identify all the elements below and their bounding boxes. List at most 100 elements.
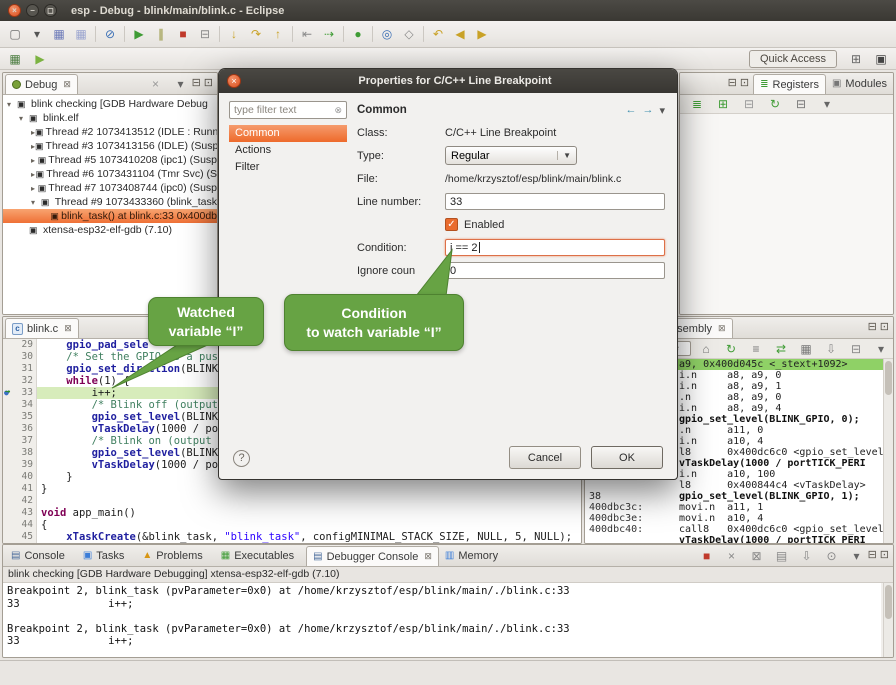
clear-filter-icon[interactable]: ⊗ bbox=[334, 105, 342, 116]
dialog-sidebar-item[interactable]: Filter bbox=[229, 159, 347, 176]
scrollbar[interactable] bbox=[883, 583, 893, 657]
back-icon[interactable]: ◀ bbox=[449, 24, 471, 44]
close-icon[interactable]: ⊠ bbox=[718, 323, 726, 334]
maximize-icon[interactable]: ⊡ bbox=[740, 76, 749, 89]
expander-icon[interactable]: ▾ bbox=[19, 114, 29, 123]
scroll-lock-icon[interactable]: ⇩ bbox=[820, 339, 842, 359]
view-menu-icon[interactable]: ▾ bbox=[659, 104, 665, 117]
sync-selection-icon[interactable]: ⇄ bbox=[770, 339, 792, 359]
new-dropdown-icon[interactable]: ▾ bbox=[26, 24, 48, 44]
tree-item[interactable]: ▸ ▣ Thread #2 1073413512 (IDLE : Runn bbox=[3, 125, 217, 139]
console-tab[interactable]: ▤ Debugger Console ⊠ bbox=[306, 546, 439, 566]
code-line[interactable]: 45 xTaskCreate(&blink_task, "blink_task"… bbox=[3, 531, 581, 543]
view-menu-icon[interactable]: ▾ bbox=[170, 74, 192, 94]
disassembly-line[interactable]: 400dbc40: call8 0x400dc6c0 <gpio_set_lev… bbox=[585, 524, 883, 535]
close-icon[interactable]: ⊠ bbox=[64, 323, 72, 334]
console-tab[interactable]: ▥ Memory bbox=[439, 546, 510, 566]
breakpoint-margin[interactable] bbox=[3, 459, 15, 471]
disassembly-line[interactable]: 38 gpio_set_level(BLINK_GPIO, 1); bbox=[585, 491, 883, 502]
open-element-icon[interactable]: ◇ bbox=[398, 24, 420, 44]
save-all-icon[interactable]: ▦ bbox=[70, 24, 92, 44]
ok-button[interactable]: OK bbox=[591, 446, 663, 469]
expander-icon[interactable]: ▾ bbox=[31, 198, 41, 207]
maximize-button[interactable]: ◻ bbox=[44, 4, 57, 17]
maximize-icon[interactable]: ⊡ bbox=[880, 320, 889, 333]
minimize-icon[interactable]: ⊟ bbox=[868, 320, 877, 333]
display-console-icon[interactable]: ▾ bbox=[846, 546, 868, 566]
remove-launch-icon[interactable]: × bbox=[721, 546, 743, 566]
breakpoint-margin[interactable] bbox=[3, 387, 15, 399]
remove-all-launches-icon[interactable]: ⊠ bbox=[746, 546, 768, 566]
condition-input[interactable]: i == 2 bbox=[445, 239, 665, 256]
remove-terminated-icon[interactable]: × bbox=[145, 74, 167, 94]
disassembly-line[interactable]: 400dbc3e: movi.n a10, 4 bbox=[585, 513, 883, 524]
pin-console-icon[interactable]: ⊙ bbox=[821, 546, 843, 566]
dialog-sidebar-item[interactable]: Actions bbox=[229, 142, 347, 159]
close-button[interactable]: × bbox=[8, 4, 21, 17]
disassembly-line[interactable]: vTaskDelay(1000 / portTICK_PERI bbox=[585, 535, 883, 543]
cancel-button[interactable]: Cancel bbox=[509, 446, 581, 469]
close-icon[interactable]: ⊠ bbox=[63, 79, 71, 90]
breakpoint-margin[interactable] bbox=[3, 519, 15, 531]
enabled-checkbox[interactable]: ✓ bbox=[445, 218, 458, 231]
forward-icon[interactable]: ▶ bbox=[471, 24, 493, 44]
view-menu-icon[interactable]: ▾ bbox=[816, 94, 838, 114]
tree-item[interactable]: ▸ ▣ Thread #7 1073408744 (ipc0) (Susp bbox=[3, 181, 217, 195]
add-register-group-icon[interactable]: ⊞ bbox=[712, 94, 734, 114]
terminate-icon[interactable]: ■ bbox=[172, 24, 194, 44]
breakpoint-margin[interactable] bbox=[3, 411, 15, 423]
collapse-all-icon[interactable]: ⊟ bbox=[790, 94, 812, 114]
dialog-close-button[interactable]: × bbox=[227, 74, 241, 88]
registers-modules-tab[interactable]: ▣ Modules bbox=[826, 74, 893, 94]
minimize-button[interactable]: − bbox=[26, 4, 39, 17]
remove-register-group-icon[interactable]: ⊟ bbox=[738, 94, 760, 114]
minimize-icon[interactable]: ⊟ bbox=[728, 76, 737, 89]
tree-item[interactable]: ▸ ▣ Thread #5 1073410208 (ipc1) (Susp bbox=[3, 153, 217, 167]
expander-icon[interactable]: ▸ bbox=[31, 156, 38, 165]
breakpoint-margin[interactable] bbox=[3, 531, 15, 543]
step-over-icon[interactable]: ↷ bbox=[245, 24, 267, 44]
tree-item[interactable]: ▣ xtensa-esp32-elf-gdb (7.10) bbox=[3, 223, 217, 237]
breakpoint-margin[interactable] bbox=[3, 363, 15, 375]
minimize-icon[interactable]: ⊟ bbox=[868, 548, 877, 561]
clear-console-icon[interactable]: ▤ bbox=[771, 546, 793, 566]
step-return-icon[interactable]: ↑ bbox=[267, 24, 289, 44]
code-line[interactable]: 44 { bbox=[3, 519, 581, 531]
breakpoint-margin[interactable] bbox=[3, 351, 15, 363]
open-perspective-icon[interactable]: ⊞ bbox=[845, 49, 867, 69]
show-source-icon[interactable]: ≡ bbox=[745, 339, 767, 359]
tree-item[interactable]: ▸ ▣ Thread #3 1073413156 (IDLE) (Susp bbox=[3, 139, 217, 153]
line-number-input[interactable]: 33 bbox=[445, 193, 665, 210]
dialog-titlebar[interactable]: × Properties for C/C++ Line Breakpoint bbox=[219, 69, 677, 93]
code-line[interactable]: 42 bbox=[3, 495, 581, 507]
code-line[interactable]: 41 } bbox=[3, 483, 581, 495]
show-registers-icon[interactable]: ≣ bbox=[686, 94, 708, 114]
view-menu-icon[interactable]: ▾ bbox=[870, 339, 892, 359]
dialog-sidebar-item[interactable]: Common bbox=[229, 125, 347, 142]
code-line[interactable]: 43 void app_main() bbox=[3, 507, 581, 519]
debug-configurations-icon[interactable]: ▦ bbox=[4, 49, 26, 69]
last-edit-location-icon[interactable]: ↶ bbox=[427, 24, 449, 44]
tab-debug[interactable]: Debug ⊠ bbox=[5, 74, 78, 94]
tree-item[interactable]: ▸ ▣ Thread #6 1073431104 (Tmr Svc) (S bbox=[3, 167, 217, 181]
instruction-stepping-icon[interactable]: ⇢ bbox=[318, 24, 340, 44]
breakpoint-margin[interactable] bbox=[3, 495, 15, 507]
breakpoint-margin[interactable] bbox=[3, 483, 15, 495]
refresh-icon[interactable]: ↻ bbox=[720, 339, 742, 359]
console-output[interactable]: Breakpoint 2, blink_task (pvParameter=0x… bbox=[3, 583, 881, 657]
quick-access-button[interactable]: Quick Access bbox=[749, 50, 837, 68]
terminate-icon[interactable]: ■ bbox=[696, 546, 718, 566]
help-button[interactable]: ? bbox=[233, 450, 250, 467]
breakpoint-margin[interactable] bbox=[3, 447, 15, 459]
expander-icon[interactable]: ▸ bbox=[31, 184, 38, 193]
console-tab[interactable]: ▣ Tasks bbox=[77, 546, 137, 566]
console-tab[interactable]: ▤ Console bbox=[5, 546, 77, 566]
type-dropdown[interactable]: Regular ▼ bbox=[445, 146, 577, 165]
step-into-icon[interactable]: ↓ bbox=[223, 24, 245, 44]
tab-blink-c[interactable]: c blink.c ⊠ bbox=[5, 318, 79, 338]
breakpoint-margin[interactable] bbox=[3, 339, 15, 351]
filter-input[interactable]: type filter text ⊗ bbox=[229, 101, 347, 119]
scrollbar[interactable] bbox=[883, 359, 893, 543]
expander-icon[interactable]: ▾ bbox=[7, 100, 17, 109]
disassembly-line[interactable]: l8 0x400844c4 <vTaskDelay> bbox=[585, 480, 883, 491]
